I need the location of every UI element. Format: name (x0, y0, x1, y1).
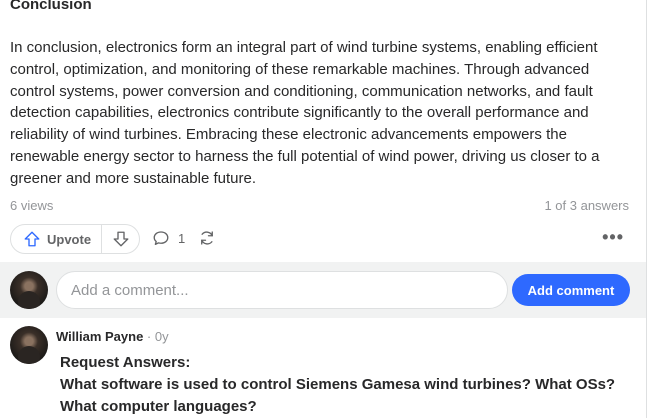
comment-separator: · (143, 329, 155, 344)
section-heading: Conclusion (10, 0, 92, 13)
upvote-label: Upvote (47, 231, 92, 247)
comment-text: Request Answers: What software is used t… (60, 352, 640, 418)
answer-card: Conclusion In conclusion, electronics fo… (0, 0, 647, 418)
upvote-button[interactable]: Upvote (11, 225, 103, 253)
comment-text-line: Request Answers: (60, 354, 191, 371)
answer-position[interactable]: 1 of 3 answers (544, 198, 629, 213)
avatar (10, 271, 48, 309)
vote-group: Upvote (10, 224, 140, 254)
comment-time[interactable]: 0y (155, 329, 169, 344)
view-count: 6 views (10, 198, 54, 213)
add-comment-button[interactable]: Add comment (512, 274, 630, 306)
downvote-button[interactable] (102, 225, 139, 253)
answer-body: In conclusion, electronics form an integ… (10, 39, 600, 187)
downvote-arrow-icon (113, 231, 128, 247)
comment-bubble-icon (153, 231, 169, 246)
comment-header: William Payne · 0y (56, 329, 169, 344)
more-dots-icon[interactable]: ••• (602, 227, 624, 248)
comment-count: 1 (178, 230, 186, 246)
comment-text-line: What software is used to control Siemens… (60, 376, 616, 415)
commenter-name[interactable]: William Payne (56, 329, 143, 344)
commenter-avatar[interactable] (10, 326, 48, 364)
share-button[interactable] (198, 229, 216, 252)
share-reload-icon (201, 231, 213, 245)
comment-button[interactable]: 1 (152, 229, 185, 247)
upvote-arrow-icon (24, 231, 40, 247)
comment-input[interactable] (56, 271, 508, 309)
